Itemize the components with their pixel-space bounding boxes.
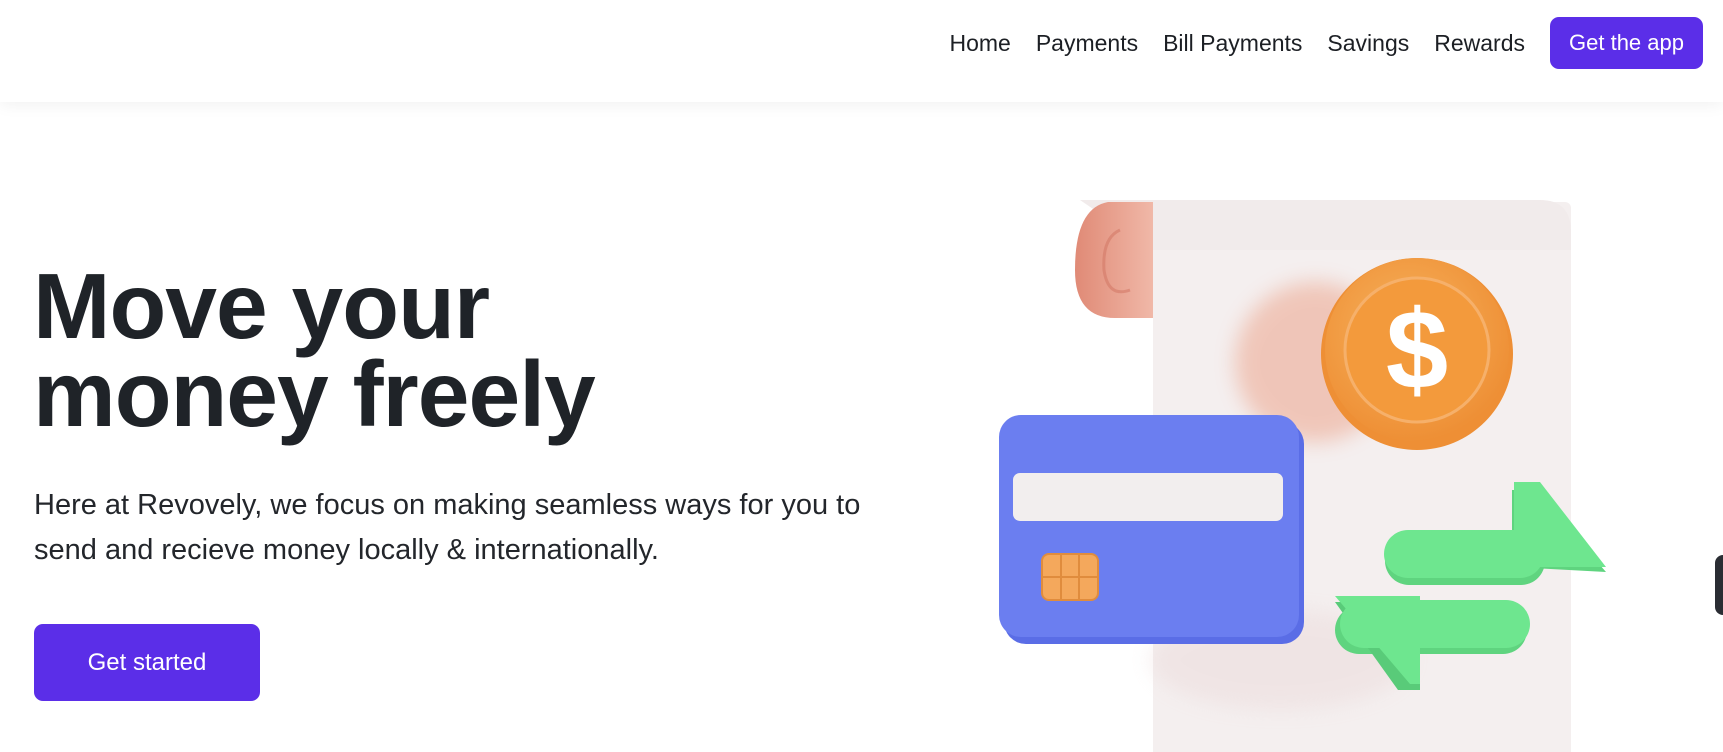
carousel-edge-handle[interactable]: [1715, 555, 1723, 615]
payments-illustration-svg: $: [999, 200, 1606, 752]
nav-link-savings[interactable]: Savings: [1327, 30, 1409, 57]
nav-link-payments[interactable]: Payments: [1036, 30, 1138, 57]
top-navigation-bar: Home Payments Bill Payments Savings Rewa…: [0, 0, 1723, 102]
hero-title-line-1: Move your: [33, 254, 490, 358]
main-nav: Home Payments Bill Payments Savings Rewa…: [949, 17, 1703, 69]
get-the-app-button[interactable]: Get the app: [1550, 17, 1703, 69]
hero-illustration: $: [980, 190, 1640, 752]
hero-description: Here at Revovely, we focus on making sea…: [34, 489, 861, 566]
nav-link-rewards[interactable]: Rewards: [1434, 30, 1525, 57]
nav-link-home[interactable]: Home: [949, 30, 1010, 57]
coin-symbol: $: [1386, 287, 1448, 412]
hero-title: Move your money freely: [33, 254, 596, 446]
hero-title-line-2: money freely: [33, 342, 596, 446]
get-started-button[interactable]: Get started: [34, 624, 260, 701]
credit-card-icon: [999, 415, 1304, 644]
nav-link-bill-payments[interactable]: Bill Payments: [1163, 30, 1302, 57]
card-chip-icon: [1041, 553, 1099, 601]
